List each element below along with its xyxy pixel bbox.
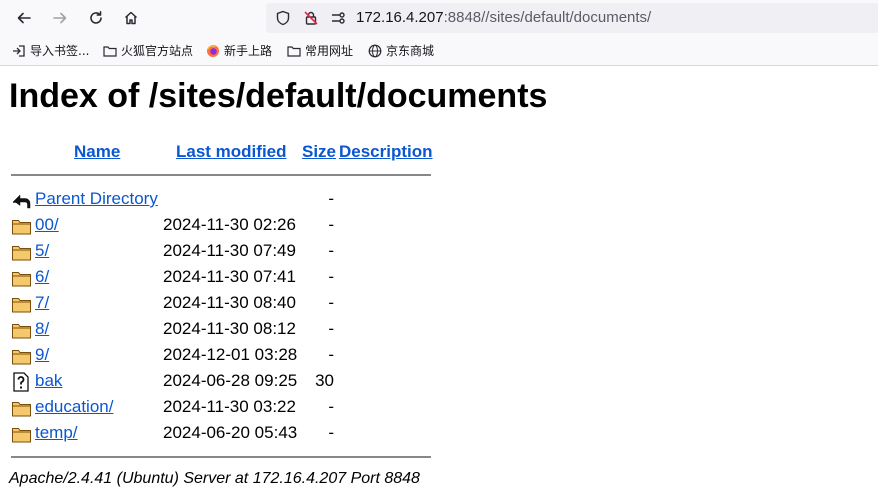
url-path: :8848//sites/default/documents/: [443, 9, 652, 26]
row-size: -: [328, 293, 334, 312]
bookmarks-toolbar: 导入书签... 火狐官方站点 新手上路 常用网址 京东商城: [0, 36, 878, 66]
bookmark-label: 新手上路: [224, 44, 273, 58]
folder-icon[interactable]: [11, 346, 32, 366]
table-row: education/ 2024-11-30 03:22 -: [0, 395, 600, 421]
unknown-file-icon[interactable]: [11, 372, 32, 392]
folder-icon[interactable]: [11, 320, 32, 340]
folder-icon[interactable]: [11, 242, 32, 262]
row-size: -: [328, 319, 334, 338]
forward-button[interactable]: [48, 6, 72, 30]
row-size: -: [328, 215, 334, 234]
bookmark-label: 常用网址: [305, 44, 354, 58]
row-name-link[interactable]: education/: [35, 397, 113, 417]
row-name-link[interactable]: 5/: [35, 241, 49, 261]
table-row: Parent Directory -: [0, 187, 600, 213]
table-row: 6/ 2024-11-30 07:41 -: [0, 265, 600, 291]
bookmark-import[interactable]: 导入书签...: [12, 36, 89, 65]
bookmark-jd[interactable]: 京东商城: [368, 36, 434, 65]
row-name-link[interactable]: 7/: [35, 293, 49, 313]
directory-listing: Name Last modified Size Description Pare…: [0, 66, 878, 502]
row-name-link[interactable]: 6/: [35, 267, 49, 287]
permissions-icon[interactable]: [330, 10, 346, 26]
row-size: 30: [315, 371, 334, 390]
table-row: bak 2024-06-28 09:25 30: [0, 369, 600, 395]
header-divider: [11, 174, 431, 176]
home-icon: [124, 11, 138, 25]
row-date: 2024-11-30 07:41: [163, 267, 296, 286]
home-button[interactable]: [119, 6, 143, 30]
column-header-last-modified[interactable]: Last modified: [176, 142, 287, 162]
bookmark-label: 导入书签...: [30, 44, 90, 58]
column-header-size[interactable]: Size: [302, 142, 336, 162]
row-size: -: [328, 267, 334, 286]
back-button[interactable]: [12, 6, 36, 30]
firefox-icon: [207, 44, 219, 57]
table-row: 9/ 2024-12-01 03:28 -: [0, 343, 600, 369]
table-row: temp/ 2024-06-20 05:43 -: [0, 421, 600, 447]
server-signature: Apache/2.4.41 (Ubuntu) Server at 172.16.…: [9, 470, 420, 487]
page-content: Index of /sites/default/documents Name L…: [0, 66, 878, 502]
folder-icon: [103, 45, 117, 57]
row-name-link[interactable]: temp/: [35, 423, 78, 443]
table-row: 8/ 2024-11-30 08:12 -: [0, 317, 600, 343]
insecure-lock-icon[interactable]: [303, 10, 319, 26]
row-date: 2024-12-01 03:28: [163, 345, 298, 364]
bookmark-getting-started[interactable]: 新手上路: [206, 36, 272, 65]
row-name-link[interactable]: bak: [35, 371, 62, 391]
back-arrow-icon: [17, 12, 31, 24]
row-date: 2024-11-30 03:22: [163, 397, 296, 416]
row-date: 2024-11-30 08:40: [163, 293, 296, 312]
bookmark-label: 火狐官方站点: [121, 44, 194, 58]
folder-icon[interactable]: [11, 424, 32, 444]
column-header-name[interactable]: Name: [74, 142, 120, 162]
folder-icon[interactable]: [11, 268, 32, 288]
table-row: 5/ 2024-11-30 07:49 -: [0, 239, 600, 265]
folder-icon[interactable]: [11, 216, 32, 236]
row-name-link[interactable]: 8/: [35, 319, 49, 339]
url-host: 172.16.4.207: [356, 9, 444, 26]
bookmark-firefox-site[interactable]: 火狐官方站点: [103, 36, 193, 65]
row-date: 2024-06-28 09:25: [163, 371, 298, 390]
row-date: 2024-11-30 02:26: [163, 215, 296, 234]
row-date: 2024-06-20 05:43: [163, 423, 298, 442]
row-size: -: [328, 189, 334, 208]
row-name-link[interactable]: 9/: [35, 345, 49, 365]
folder-icon: [287, 45, 301, 57]
forward-arrow-icon: [53, 12, 67, 24]
folder-icon[interactable]: [11, 398, 32, 418]
table-row: 7/ 2024-11-30 08:40 -: [0, 291, 600, 317]
shield-icon[interactable]: [275, 10, 291, 26]
row-name-link[interactable]: Parent Directory: [35, 189, 158, 209]
row-size: -: [328, 241, 334, 260]
globe-icon: [368, 44, 382, 57]
import-icon: [13, 44, 25, 57]
row-name-link[interactable]: 00/: [35, 215, 59, 235]
address-bar[interactable]: 172.16.4.207:8848//sites/default/documen…: [266, 3, 878, 33]
footer-divider: [11, 456, 431, 458]
row-size: -: [328, 345, 334, 364]
reload-button[interactable]: [84, 6, 108, 30]
bookmark-common-sites[interactable]: 常用网址: [287, 36, 353, 65]
reload-icon: [90, 11, 102, 24]
url-text[interactable]: 172.16.4.207:8848//sites/default/documen…: [356, 3, 651, 33]
row-size: -: [328, 397, 334, 416]
bookmark-label: 京东商城: [386, 44, 435, 58]
table-row: 00/ 2024-11-30 02:26 -: [0, 213, 600, 239]
back-icon[interactable]: [11, 190, 32, 210]
row-size: -: [328, 423, 334, 442]
row-date: 2024-11-30 07:49: [163, 241, 296, 260]
folder-icon[interactable]: [11, 294, 32, 314]
browser-toolbar: 172.16.4.207:8848//sites/default/documen…: [0, 0, 878, 36]
row-date: 2024-11-30 08:12: [163, 319, 296, 338]
column-header-description[interactable]: Description: [339, 142, 433, 162]
